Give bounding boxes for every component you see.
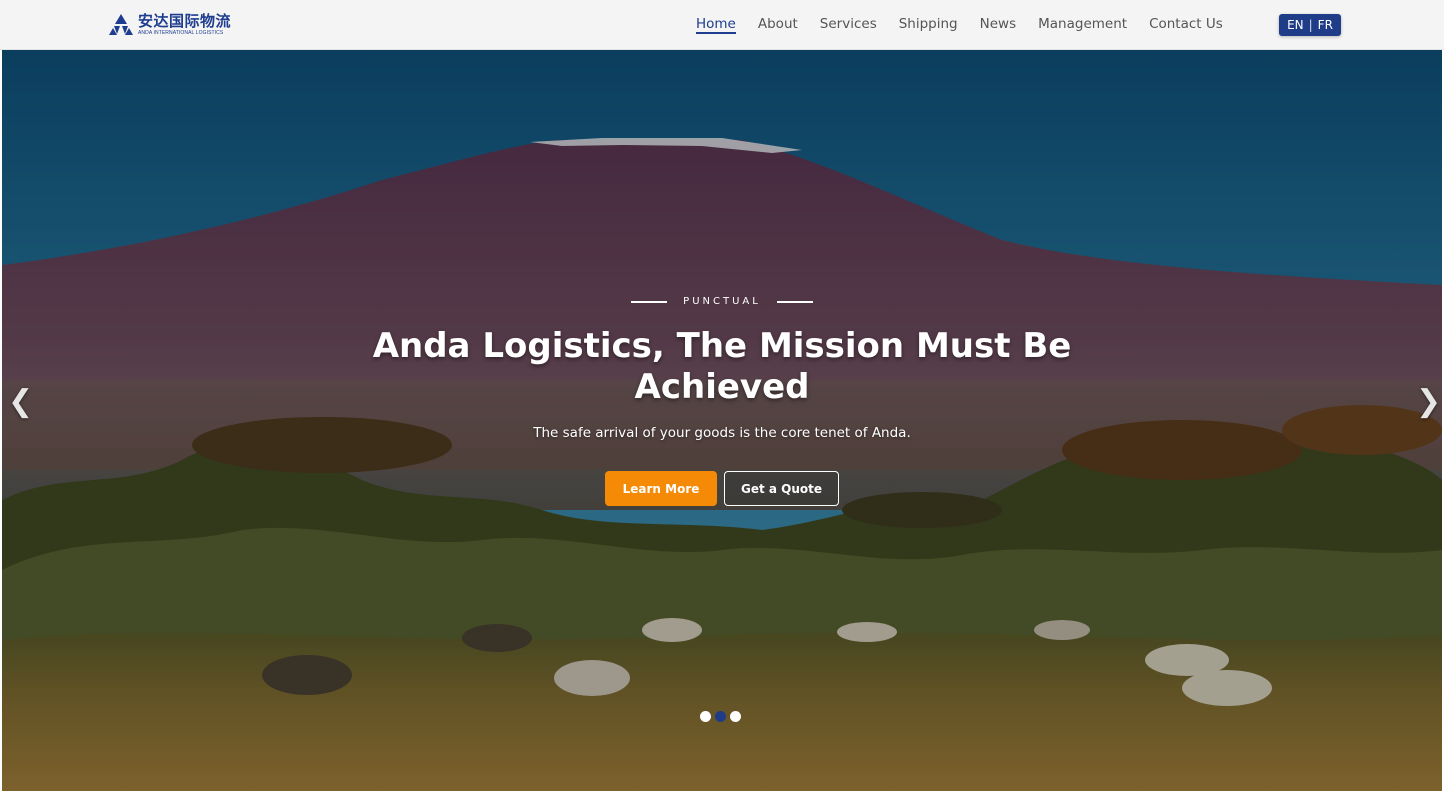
kicker-right-line [777,300,814,303]
main-nav: Home About Services Shipping News Manage… [696,0,1245,50]
get-a-quote-button[interactable]: Get a Quote [724,471,839,506]
language-switcher: EN | FR [1279,14,1341,36]
slide-dot-3[interactable] [730,711,741,722]
slide-dot-1[interactable] [700,711,711,722]
hero-kicker: PUNCTUAL [2,296,1442,308]
hero-content: PUNCTUAL Anda Logistics, The Mission Mus… [2,50,1442,791]
logo-chinese-name: 安达国际物流 [138,12,232,30]
lang-fr-link[interactable]: FR [1318,18,1333,32]
hero-title: Anda Logistics, The Mission Must Be Achi… [372,326,1072,407]
nav-management[interactable]: Management [1038,0,1127,50]
nav-news[interactable]: News [980,0,1016,50]
hero-subtitle: The safe arrival of your goods is the co… [533,425,911,441]
site-header: 安达国际物流 ANDA INTERNATIONAL LOGISTICS Home… [0,0,1444,50]
hero-slider: PUNCTUAL Anda Logistics, The Mission Mus… [2,50,1442,791]
nav-home[interactable]: Home [696,0,736,50]
learn-more-button[interactable]: Learn More [605,471,717,506]
slider-pagination [700,711,745,722]
nav-contact-us[interactable]: Contact Us [1149,0,1223,50]
chevron-left-icon[interactable]: ❮ [8,384,33,420]
logo-icon [109,14,133,35]
lang-separator: | [1308,18,1313,32]
logo-english-name: ANDA INTERNATIONAL LOGISTICS [138,30,224,36]
nav-about[interactable]: About [758,0,798,50]
chevron-right-icon[interactable]: ❯ [1416,384,1441,420]
kicker-text: PUNCTUAL [683,296,761,307]
kicker-left-line [630,300,667,303]
nav-shipping[interactable]: Shipping [899,0,958,50]
slide-dot-2[interactable] [715,711,726,722]
lang-en-link[interactable]: EN [1287,18,1304,32]
nav-services[interactable]: Services [820,0,877,50]
company-logo[interactable]: 安达国际物流 ANDA INTERNATIONAL LOGISTICS [108,12,231,38]
